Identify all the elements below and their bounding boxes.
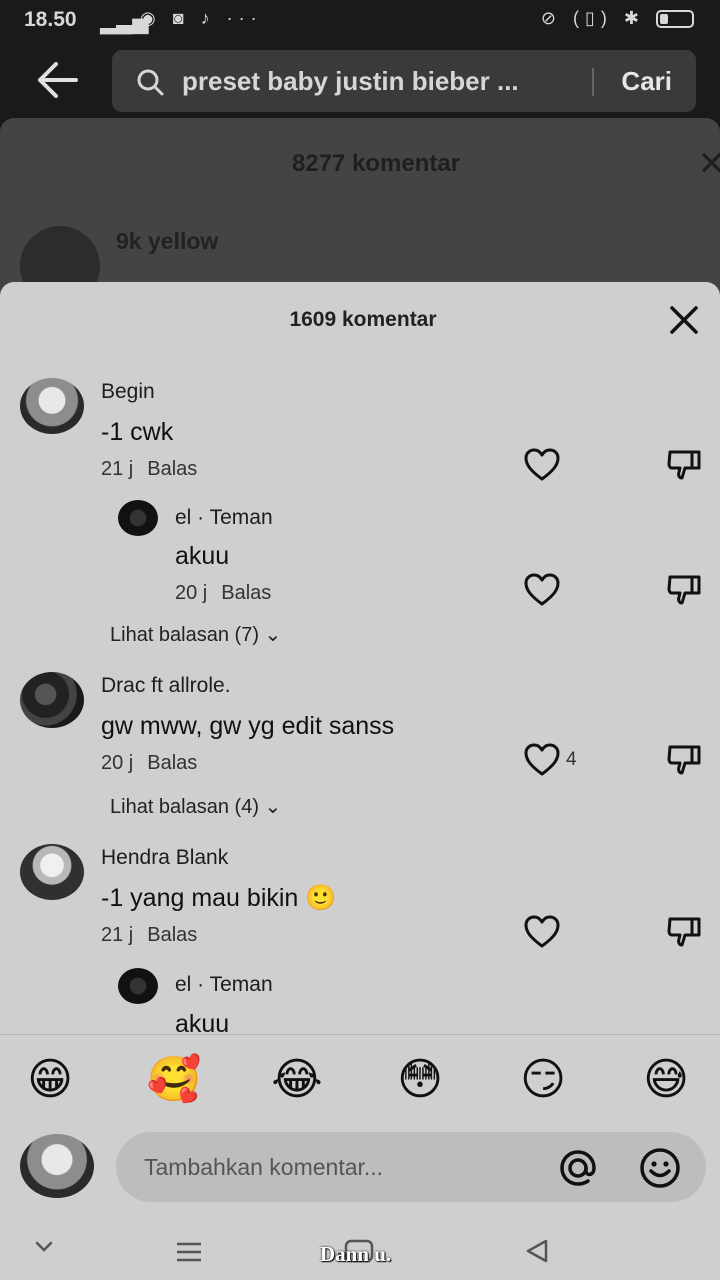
- comment-count-title: 1609 komentar: [289, 308, 437, 331]
- comment-input-placeholder[interactable]: Tambahkan komentar...: [144, 1154, 383, 1181]
- background-close-icon: ✕: [697, 145, 720, 183]
- reply-button[interactable]: Balas: [147, 924, 197, 946]
- comment-username[interactable]: Hendra Blank: [101, 846, 228, 870]
- dislike-icon[interactable]: [666, 573, 702, 607]
- search-button[interactable]: Cari: [621, 66, 672, 97]
- dislike-icon[interactable]: [666, 448, 702, 482]
- reply-button[interactable]: Balas: [221, 582, 271, 604]
- notification-icons: ◉ ◙ ♪ ···: [140, 8, 263, 28]
- emoji-picker-icon[interactable]: [638, 1146, 682, 1190]
- chevron-down-icon[interactable]: [34, 1236, 54, 1256]
- heart-icon[interactable]: [523, 573, 561, 607]
- comment-time: 21 j: [101, 458, 134, 480]
- search-query[interactable]: preset baby justin bieber ...: [182, 66, 519, 97]
- view-replies-button[interactable]: Lihat balasan (7) ⌄: [110, 622, 281, 647]
- search-icon: [136, 68, 164, 96]
- comment-meta: 20 j Balas: [175, 582, 271, 605]
- status-time: 18.50: [24, 8, 77, 31]
- system-icons: ⊘ (▯) ✱: [541, 8, 694, 29]
- chevron-down-icon: ⌄: [264, 624, 282, 646]
- search-box[interactable]: preset baby justin bieber ... Cari: [112, 50, 696, 112]
- close-icon[interactable]: [666, 302, 702, 338]
- status-bar: 18.50 ▂▃▅ ◉ ◙ ♪ ··· ⊘ (▯) ✱: [0, 0, 720, 40]
- reply-button[interactable]: Balas: [147, 458, 197, 480]
- dislike-icon[interactable]: [666, 743, 702, 777]
- comment-text: -1 cwk: [101, 418, 174, 446]
- dislike-icon[interactable]: [666, 915, 702, 949]
- system-navigation-bar: Dann u.: [0, 1220, 720, 1280]
- heart-icon[interactable]: [523, 743, 561, 777]
- video-overlay-caption: Dann u.: [320, 1242, 392, 1266]
- emoji-sweat-smile-button[interactable]: 😅: [636, 1053, 696, 1107]
- comments-sheet: 1609 komentar Begin -1 cwk 21 j Balas el …: [0, 282, 720, 1280]
- background-comments-panel: 8277 komentar ✕ 9k yellow: [0, 118, 720, 306]
- comment-input[interactable]: Tambahkan komentar...: [116, 1132, 706, 1202]
- emoji-smirk-button[interactable]: 😏: [513, 1053, 573, 1107]
- back-arrow-icon[interactable]: [34, 60, 82, 100]
- comment-time: 20 j: [101, 752, 134, 774]
- comment-text: gw mww, gw yg edit sanss: [101, 712, 395, 740]
- avatar[interactable]: [118, 968, 158, 1004]
- avatar[interactable]: [20, 672, 84, 728]
- comment-time: 21 j: [101, 924, 134, 946]
- comment-meta: 21 j Balas: [101, 924, 197, 947]
- mention-icon[interactable]: [556, 1146, 600, 1190]
- emoji-love-button[interactable]: 🥰: [144, 1053, 204, 1107]
- comment-meta: 21 j Balas: [101, 458, 197, 481]
- comment-username[interactable]: Drac ft allrole.: [101, 674, 231, 698]
- top-bar: preset baby justin bieber ... Cari: [0, 40, 720, 120]
- view-replies-button[interactable]: Lihat balasan (4) ⌄: [110, 794, 281, 819]
- avatar[interactable]: [118, 500, 158, 536]
- comment-text: akuu: [175, 542, 230, 570]
- heart-icon[interactable]: [523, 915, 561, 949]
- comment-input-bar: Tambahkan komentar...: [0, 1130, 720, 1210]
- avatar: [20, 1134, 94, 1198]
- reply-button[interactable]: Balas: [147, 752, 197, 774]
- emoji-grin-button[interactable]: 😁: [20, 1053, 80, 1107]
- comment-time: 20 j: [175, 582, 208, 604]
- comment-text: -1 yang mau bikin 🙂: [101, 884, 337, 912]
- heart-icon[interactable]: [523, 448, 561, 482]
- search-divider: [592, 68, 594, 96]
- background-username: 9k yellow: [116, 228, 219, 254]
- like-count: 4: [566, 749, 577, 770]
- emoji-flushed-button[interactable]: 😳: [390, 1053, 450, 1107]
- back-triangle-icon[interactable]: [524, 1238, 550, 1264]
- comment-meta: 20 j Balas: [101, 752, 197, 775]
- comment-username[interactable]: el · Teman: [175, 506, 273, 530]
- emoji-laugh-button[interactable]: 😂: [267, 1053, 327, 1107]
- avatar[interactable]: [20, 844, 84, 900]
- comment-username[interactable]: Begin: [101, 380, 155, 404]
- background-comment-count: 8277 komentar: [291, 150, 461, 177]
- chevron-down-icon: ⌄: [264, 796, 282, 818]
- battery-icon: [656, 10, 694, 29]
- comment-username[interactable]: el · Teman: [175, 973, 273, 997]
- avatar[interactable]: [20, 378, 84, 434]
- quick-emoji-row: 😁 🥰 😂 😳 😏 😅: [0, 1034, 720, 1124]
- menu-icon[interactable]: [176, 1242, 202, 1262]
